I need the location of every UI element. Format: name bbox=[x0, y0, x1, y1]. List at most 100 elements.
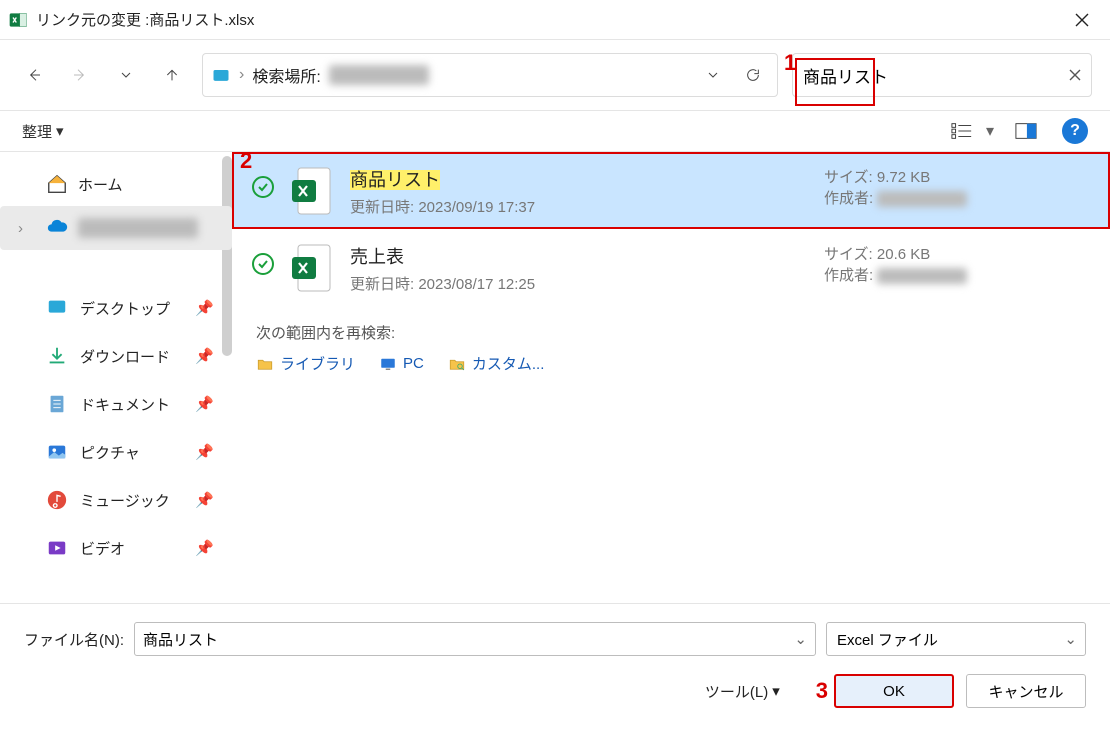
address-dropdown[interactable] bbox=[697, 59, 729, 91]
onedrive-icon bbox=[46, 217, 68, 239]
preview-pane-button[interactable] bbox=[1012, 119, 1040, 143]
annotation-number-1: 1 bbox=[784, 50, 796, 76]
file-meta-label: 更新日時: bbox=[350, 199, 414, 216]
file-author-redacted bbox=[877, 268, 967, 284]
chevron-down-icon: ⌄ bbox=[794, 630, 807, 648]
file-meta-label: 更新日時: bbox=[350, 276, 414, 293]
address-bar[interactable]: › 検索場所: bbox=[202, 53, 778, 97]
window-title: リンク元の変更 :商品リスト.xlsx bbox=[36, 9, 1062, 30]
view-caret[interactable]: ▾ bbox=[986, 121, 994, 141]
tree-onedrive-label-redacted bbox=[78, 218, 198, 238]
cancel-button[interactable]: キャンセル bbox=[966, 674, 1086, 708]
music-icon bbox=[46, 489, 68, 511]
up-button[interactable] bbox=[156, 59, 188, 91]
navigation-bar: › 検索場所: bbox=[0, 40, 1110, 110]
file-meta-value: 2023/09/19 17:37 bbox=[418, 199, 535, 216]
pin-icon: 📌 bbox=[195, 299, 214, 317]
file-author-label: 作成者: bbox=[824, 267, 873, 284]
address-path-redacted bbox=[329, 65, 429, 85]
home-icon bbox=[46, 173, 68, 195]
pin-icon: 📌 bbox=[195, 443, 214, 461]
organize-toolbar: 整理 ▾ ▾ ? bbox=[0, 110, 1110, 152]
sidebar: ホーム › デスクトップ 📌 ダウンロード 📌 ドキュメント 📌 bbox=[0, 152, 232, 602]
quick-videos[interactable]: ビデオ 📌 bbox=[0, 524, 232, 572]
annotation-number-2: 2 bbox=[240, 148, 252, 174]
back-button[interactable] bbox=[18, 59, 50, 91]
quick-desktop[interactable]: デスクトップ 📌 bbox=[0, 284, 232, 332]
tree-onedrive[interactable]: › bbox=[0, 206, 232, 250]
video-icon bbox=[46, 537, 68, 559]
re-search-libraries-label: ライブラリ bbox=[280, 353, 355, 374]
file-size-value: 9.72 KB bbox=[877, 169, 930, 186]
re-search-custom-label: カスタム... bbox=[472, 353, 545, 374]
file-author-redacted bbox=[877, 191, 967, 207]
organize-button[interactable]: 整理 ▾ bbox=[22, 121, 64, 142]
cancel-label: キャンセル bbox=[988, 681, 1063, 702]
tree-caret[interactable]: › bbox=[18, 220, 23, 237]
tools-dropdown[interactable]: ツール(L) ▾ bbox=[705, 681, 780, 702]
help-button[interactable]: ? bbox=[1062, 118, 1088, 144]
arrow-left-icon bbox=[26, 67, 42, 83]
arrow-right-icon bbox=[72, 67, 88, 83]
close-icon bbox=[1075, 13, 1089, 27]
re-search-custom[interactable]: カスタム... bbox=[448, 353, 545, 374]
pictures-icon bbox=[46, 441, 68, 463]
quick-pictures[interactable]: ピクチャ 📌 bbox=[0, 428, 232, 476]
refresh-icon bbox=[745, 67, 761, 83]
quick-pictures-label: ピクチャ bbox=[80, 442, 140, 463]
preview-pane-icon bbox=[1015, 122, 1037, 140]
close-button[interactable] bbox=[1062, 0, 1102, 40]
pc-icon bbox=[379, 355, 397, 373]
quick-documents[interactable]: ドキュメント 📌 bbox=[0, 380, 232, 428]
file-name: 商品リスト bbox=[350, 170, 440, 190]
file-row[interactable]: 売上表 更新日時: 2023/08/17 12:25 サイズ: 20.6 KB … bbox=[232, 229, 1110, 306]
re-search-libraries[interactable]: ライブラリ bbox=[256, 353, 355, 374]
pin-icon: 📌 bbox=[195, 539, 214, 557]
arrow-up-icon bbox=[164, 67, 180, 83]
tools-label: ツール(L) bbox=[705, 681, 768, 702]
filename-label: ファイル名(N): bbox=[24, 629, 124, 650]
annotation-number-3: 3 bbox=[816, 678, 828, 704]
re-search-links: ライブラリ PC カスタム... bbox=[232, 349, 1110, 378]
file-name: 売上表 bbox=[350, 247, 404, 267]
dialog-footer: ファイル名(N): 商品リスト ⌄ Excel ファイル ⌄ ツール(L) ▾ … bbox=[0, 603, 1110, 743]
file-meta-value: 2023/08/17 12:25 bbox=[418, 276, 535, 293]
quick-music[interactable]: ミュージック 📌 bbox=[0, 476, 232, 524]
quick-desktop-label: デスクトップ bbox=[80, 298, 170, 319]
close-icon bbox=[1069, 69, 1081, 81]
titlebar: リンク元の変更 :商品リスト.xlsx bbox=[0, 0, 1110, 40]
filename-combo[interactable]: 商品リスト ⌄ bbox=[134, 622, 816, 656]
sync-status-icon bbox=[252, 253, 274, 275]
ok-label: OK bbox=[883, 683, 905, 700]
excel-file-icon bbox=[290, 243, 334, 293]
sync-status-icon bbox=[252, 176, 274, 198]
tree-home-label: ホーム bbox=[78, 174, 123, 195]
sidebar-scrollbar[interactable] bbox=[222, 156, 232, 356]
file-row[interactable]: 商品リスト 更新日時: 2023/09/19 17:37 サイズ: 9.72 K… bbox=[232, 152, 1110, 229]
file-size-value: 20.6 KB bbox=[877, 246, 930, 263]
re-search-pc[interactable]: PC bbox=[379, 355, 424, 373]
quick-music-label: ミュージック bbox=[80, 490, 170, 511]
search-input[interactable] bbox=[803, 65, 1023, 85]
search-clear-button[interactable] bbox=[1069, 54, 1081, 96]
desktop-icon bbox=[46, 297, 68, 319]
file-size-label: サイズ: bbox=[824, 246, 873, 263]
folder-search-icon bbox=[448, 355, 466, 373]
recent-dropdown[interactable] bbox=[110, 59, 142, 91]
file-author-label: 作成者: bbox=[824, 190, 873, 207]
breadcrumb-sep: › bbox=[239, 66, 244, 84]
pin-icon: 📌 bbox=[195, 491, 214, 509]
view-options-button[interactable] bbox=[948, 119, 976, 143]
forward-button[interactable] bbox=[64, 59, 96, 91]
ok-button[interactable]: OK bbox=[834, 674, 954, 708]
filetype-combo[interactable]: Excel ファイル ⌄ bbox=[826, 622, 1086, 656]
quick-downloads[interactable]: ダウンロード 📌 bbox=[0, 332, 232, 380]
tree-home[interactable]: ホーム bbox=[0, 162, 232, 206]
filetype-value: Excel ファイル bbox=[837, 629, 938, 650]
organize-label: 整理 bbox=[22, 121, 52, 142]
folder-icon bbox=[256, 355, 274, 373]
refresh-button[interactable] bbox=[737, 59, 769, 91]
chevron-down-icon bbox=[705, 67, 721, 83]
search-box[interactable] bbox=[792, 53, 1092, 97]
chevron-down-icon bbox=[118, 67, 134, 83]
